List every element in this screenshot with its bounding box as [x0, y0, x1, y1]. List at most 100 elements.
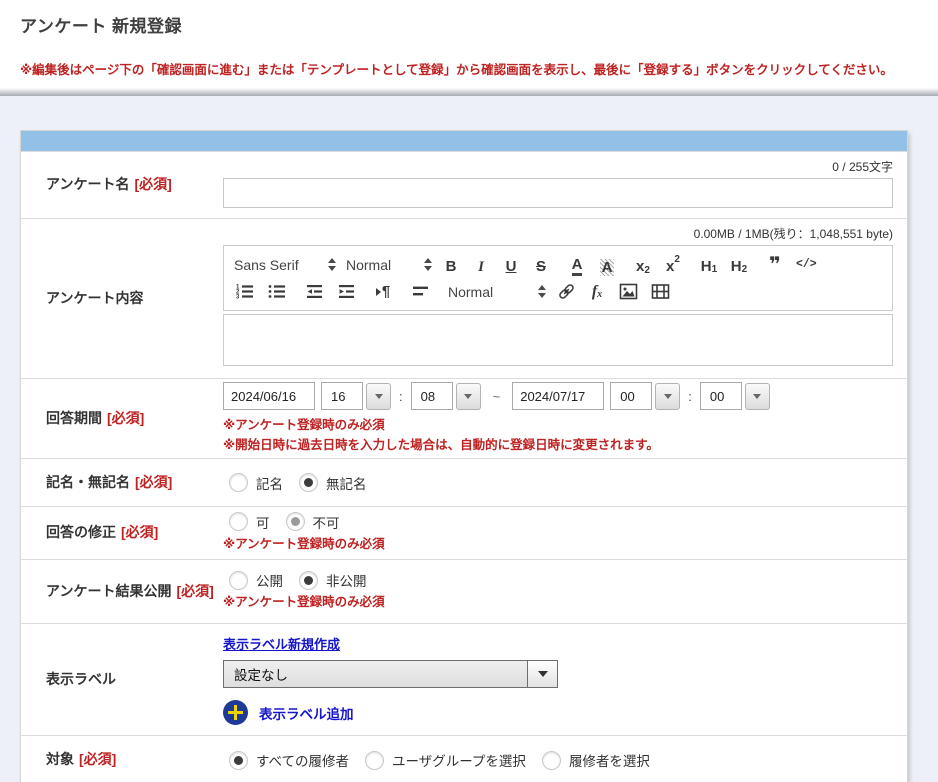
radio-option[interactable]: 記名	[229, 473, 283, 493]
link-icon[interactable]	[556, 281, 576, 303]
radio-label: 不可	[313, 512, 340, 532]
header-divider	[0, 88, 938, 96]
add-display-label-button[interactable]: 表示ラベル追加	[223, 700, 354, 725]
outdent-icon[interactable]	[304, 281, 324, 303]
plus-icon[interactable]	[223, 700, 248, 725]
end-hour-combo	[610, 382, 680, 410]
display-label-select-value: 設定なし	[224, 664, 527, 684]
main-area: アンケート名 [必須] 0 / 255文字 アンケート内容 0.00MB / 1…	[0, 96, 938, 782]
bullet-list-icon[interactable]	[266, 281, 286, 303]
header-1-icon[interactable]: H1	[700, 254, 718, 276]
anonymity-label: 記名・無記名	[46, 471, 130, 495]
display-label-select[interactable]: 設定なし	[223, 660, 558, 688]
row-target: 対象 [必須] すべての履修者ユーザグループを選択 履修者を選択	[21, 735, 907, 782]
editor-toolbar: Sans Serif Normal B I U S	[223, 245, 893, 311]
radio-label: 可	[256, 512, 270, 532]
end-minute-combo	[700, 382, 770, 410]
radio-label: 履修者を選択	[569, 750, 650, 770]
dropdown-arrow-icon[interactable]	[655, 383, 680, 410]
result-publish-note: ※アンケート登録時のみ必須	[223, 593, 893, 612]
row-result-publish: アンケート結果公開 [必須] 公開 非公開 ※アンケート登録時のみ必須	[21, 559, 907, 623]
answer-edit-label: 回答の修正	[46, 521, 116, 545]
radio-button[interactable]	[542, 751, 561, 770]
create-display-label-link[interactable]: 表示ラベル新規作成	[223, 634, 340, 653]
radio-button[interactable]	[229, 571, 248, 590]
colon-separator: :	[399, 389, 403, 404]
display-label-label: 表示ラベル	[46, 668, 116, 692]
target-label: 対象	[46, 748, 74, 772]
video-icon[interactable]	[650, 281, 670, 303]
svg-text:3: 3	[236, 294, 240, 300]
dropdown-arrow-icon[interactable]	[366, 383, 391, 410]
superscript-icon[interactable]: x2	[664, 254, 682, 276]
updown-arrows-icon	[538, 285, 546, 298]
radio-button[interactable]	[229, 473, 248, 492]
radio-option[interactable]: 履修者を選択	[542, 750, 650, 770]
end-minute-input[interactable]	[700, 382, 742, 410]
radio-option[interactable]: 公開	[229, 570, 283, 590]
radio-button[interactable]	[299, 473, 318, 492]
radio-button[interactable]	[299, 571, 318, 590]
text-direction-icon[interactable]: ¶	[374, 281, 392, 303]
underline-icon[interactable]: U	[502, 254, 520, 276]
start-hour-input[interactable]	[321, 382, 363, 410]
dropdown-arrow-icon[interactable]	[456, 383, 481, 410]
radio-option[interactable]: ユーザグループを選択	[365, 750, 526, 770]
code-block-icon[interactable]: </>	[796, 254, 817, 276]
ordered-list-icon[interactable]: 123	[234, 281, 254, 303]
answer-period-label: 回答期間	[46, 407, 102, 431]
required-badge: [必須]	[135, 471, 172, 495]
radio-button[interactable]	[365, 751, 384, 770]
strikethrough-icon[interactable]: S	[532, 254, 550, 276]
result-publish-radio-group: 公開 非公開	[223, 570, 893, 590]
header-size-select[interactable]: Normal	[346, 253, 442, 277]
indent-icon[interactable]	[336, 281, 356, 303]
start-date-input[interactable]	[223, 382, 315, 410]
end-hour-input[interactable]	[610, 382, 652, 410]
dropdown-arrow-icon[interactable]	[527, 661, 557, 687]
text-color-icon[interactable]: A	[572, 257, 583, 276]
row-answer-edit: 回答の修正 [必須] 可不可 ※アンケート登録時のみ必須	[21, 506, 907, 559]
start-minute-input[interactable]	[411, 382, 453, 410]
line-height-select[interactable]: Normal	[448, 280, 556, 304]
bold-icon[interactable]: B	[442, 254, 460, 276]
survey-content-label-cell: アンケート内容	[21, 219, 223, 378]
end-date-input[interactable]	[512, 382, 604, 410]
radio-option[interactable]: 可	[229, 512, 270, 532]
font-select[interactable]: Sans Serif	[234, 253, 346, 277]
radio-button[interactable]	[229, 512, 248, 531]
background-color-icon[interactable]: A	[600, 259, 615, 276]
dropdown-arrow-icon[interactable]	[745, 383, 770, 410]
survey-name-label-cell: アンケート名 [必須]	[21, 152, 223, 218]
survey-name-input[interactable]	[223, 178, 893, 208]
radio-option[interactable]: 非公開	[299, 570, 367, 590]
required-badge: [必須]	[79, 748, 116, 772]
editor-content-area[interactable]	[223, 314, 893, 366]
start-minute-combo	[411, 382, 481, 410]
radio-option[interactable]: すべての履修者	[229, 750, 349, 770]
italic-icon[interactable]: I	[472, 254, 490, 276]
header-size-select-value: Normal	[346, 257, 418, 273]
result-publish-label: アンケート結果公開	[46, 580, 171, 604]
radio-button[interactable]	[286, 512, 305, 531]
page-warning-text: ※編集後はページ下の「確認画面に進む」または「テンプレートとして登録」から確認画…	[20, 59, 918, 78]
radio-label: 公開	[256, 570, 283, 590]
formula-icon[interactable]: fx	[588, 281, 606, 303]
char-counter: 0 / 255文字	[832, 158, 893, 175]
radio-option[interactable]: 無記名	[299, 473, 367, 493]
radio-button[interactable]	[229, 751, 248, 770]
align-icon[interactable]	[410, 281, 430, 303]
row-survey-content: アンケート内容 0.00MB / 1MB(残り：1,048,551 byte) …	[21, 218, 907, 378]
editor-toolbar-row-1: Sans Serif Normal B I U S	[234, 251, 882, 278]
radio-label: 非公開	[326, 570, 367, 590]
header-2-icon[interactable]: H2	[730, 254, 748, 276]
add-display-label-text: 表示ラベル追加	[259, 703, 354, 723]
radio-option[interactable]: 不可	[286, 512, 340, 532]
radio-label: 記名	[256, 473, 283, 493]
subscript-icon[interactable]: x2	[634, 254, 652, 276]
result-publish-label-cell: アンケート結果公開 [必須]	[21, 560, 223, 623]
answer-edit-note: ※アンケート登録時のみ必須	[223, 535, 893, 554]
blockquote-icon[interactable]: ❞	[766, 254, 784, 276]
answer-period-label-cell: 回答期間 [必須]	[21, 379, 223, 458]
image-icon[interactable]	[618, 281, 638, 303]
